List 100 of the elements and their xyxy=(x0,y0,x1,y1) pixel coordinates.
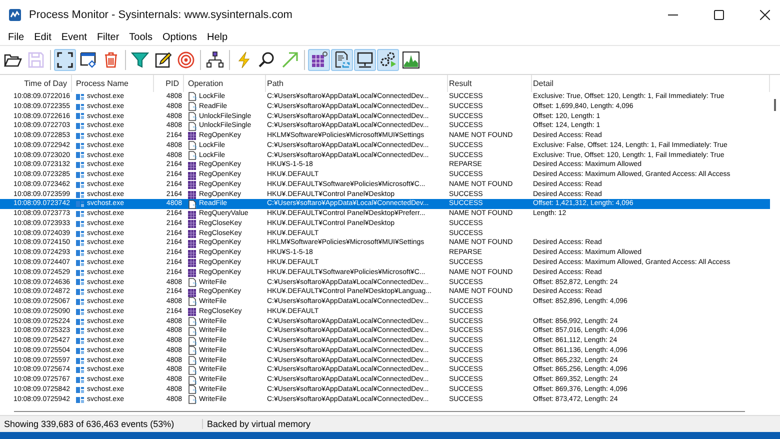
trash-icon xyxy=(102,51,120,69)
window-icon xyxy=(79,51,97,69)
process-icon xyxy=(76,132,85,140)
pencil-icon xyxy=(154,51,172,69)
file-icon xyxy=(188,317,197,326)
registry-icon xyxy=(188,219,197,228)
registry-icon xyxy=(188,131,197,140)
process-icon xyxy=(76,249,85,258)
registry-icon xyxy=(188,180,197,190)
file-icon xyxy=(188,346,197,356)
menu-item[interactable]: File xyxy=(3,32,30,43)
close-icon[interactable] xyxy=(760,10,770,20)
app-icon xyxy=(8,8,22,22)
file-icon xyxy=(188,326,197,336)
file-icon xyxy=(188,336,197,346)
process-icon xyxy=(76,112,85,120)
file-icon xyxy=(188,376,197,385)
menu-item[interactable]: Event xyxy=(56,32,92,43)
column-header[interactable]: Process Name xyxy=(72,75,154,92)
registry-icon xyxy=(188,307,197,316)
process-icon xyxy=(76,268,85,277)
process-icon xyxy=(76,337,85,346)
registry-icon xyxy=(188,288,197,297)
toolbar-button[interactable] xyxy=(54,49,76,71)
brackets-icon xyxy=(56,51,74,69)
column-header[interactable]: Time of Day xyxy=(0,75,72,92)
file-icon xyxy=(188,92,197,102)
column-header[interactable]: Path xyxy=(266,75,448,92)
file-icon xyxy=(188,200,197,209)
floppy-icon xyxy=(27,51,45,69)
process-icon xyxy=(76,122,85,130)
registry-icon xyxy=(188,238,197,248)
registry-icon xyxy=(188,190,197,200)
menu-item[interactable]: Filter xyxy=(92,32,124,43)
process-icon xyxy=(76,161,85,170)
arrow-icon xyxy=(281,51,299,69)
registry-icon xyxy=(188,160,197,170)
process-icon xyxy=(76,298,85,306)
column-header[interactable]: PID xyxy=(154,75,184,92)
file-icon xyxy=(188,112,197,121)
process-icon xyxy=(76,366,85,374)
column-header[interactable]: Result xyxy=(448,75,532,92)
process-icon xyxy=(76,278,85,286)
process-icon xyxy=(76,151,85,160)
file-icon xyxy=(188,102,197,112)
file-icon xyxy=(188,278,197,287)
process-icon xyxy=(76,356,85,365)
scrollbar[interactable] xyxy=(14,410,745,412)
file-icon xyxy=(188,356,197,366)
file-icon xyxy=(188,385,197,394)
process-icon xyxy=(76,180,85,189)
toolbar-button[interactable] xyxy=(354,49,376,71)
window-title: Process Monitor - Sysinternals: www.sysinternals.com xyxy=(29,9,292,21)
toolbar-button[interactable] xyxy=(331,49,353,71)
column-header[interactable]: Detail xyxy=(532,75,770,92)
status-text: Backed by virtual memory xyxy=(206,419,312,429)
monitor-icon xyxy=(356,51,374,69)
process-icon xyxy=(76,318,85,326)
filter-icon xyxy=(131,51,149,69)
file-icon xyxy=(188,150,197,160)
chart-icon xyxy=(402,51,420,69)
registry-icon xyxy=(188,248,197,258)
registry-icon xyxy=(188,268,197,278)
process-icon xyxy=(76,210,85,218)
process-icon xyxy=(76,142,85,150)
process-icon xyxy=(76,171,85,180)
menu-item[interactable]: Options xyxy=(158,32,202,43)
process-icon xyxy=(76,396,85,404)
process-icon xyxy=(76,200,85,208)
grid-icon xyxy=(310,51,328,69)
file-icon xyxy=(188,122,197,131)
process-icon xyxy=(76,220,85,228)
menu-item[interactable]: Tools xyxy=(124,32,158,43)
process-icon xyxy=(76,308,85,316)
process-icon xyxy=(76,386,85,394)
toolbar-button[interactable] xyxy=(400,49,422,71)
process-icon xyxy=(76,92,85,101)
process-icon xyxy=(76,239,85,248)
process-icon xyxy=(76,258,85,267)
file-icon xyxy=(188,366,197,375)
status-text: Showing 339,683 of 636,463 events (53%) xyxy=(0,419,203,429)
file-icon xyxy=(188,141,197,150)
maximize-icon[interactable] xyxy=(714,10,724,20)
tree-icon xyxy=(206,51,224,69)
process-icon xyxy=(76,288,85,296)
process-icon xyxy=(76,230,85,238)
menu-item[interactable]: Help xyxy=(202,32,233,43)
search-icon xyxy=(258,51,276,69)
document-icon xyxy=(333,51,351,69)
file-icon xyxy=(188,395,197,404)
menu-item[interactable]: Edit xyxy=(29,32,56,43)
process-icon xyxy=(76,327,85,336)
file-icon xyxy=(188,297,197,306)
registry-icon xyxy=(188,170,197,180)
process-icon xyxy=(76,102,85,111)
registry-icon xyxy=(188,258,197,268)
toolbar-button[interactable] xyxy=(377,49,399,71)
process-icon xyxy=(76,346,85,355)
registry-icon xyxy=(188,210,197,219)
process-icon xyxy=(76,376,85,384)
